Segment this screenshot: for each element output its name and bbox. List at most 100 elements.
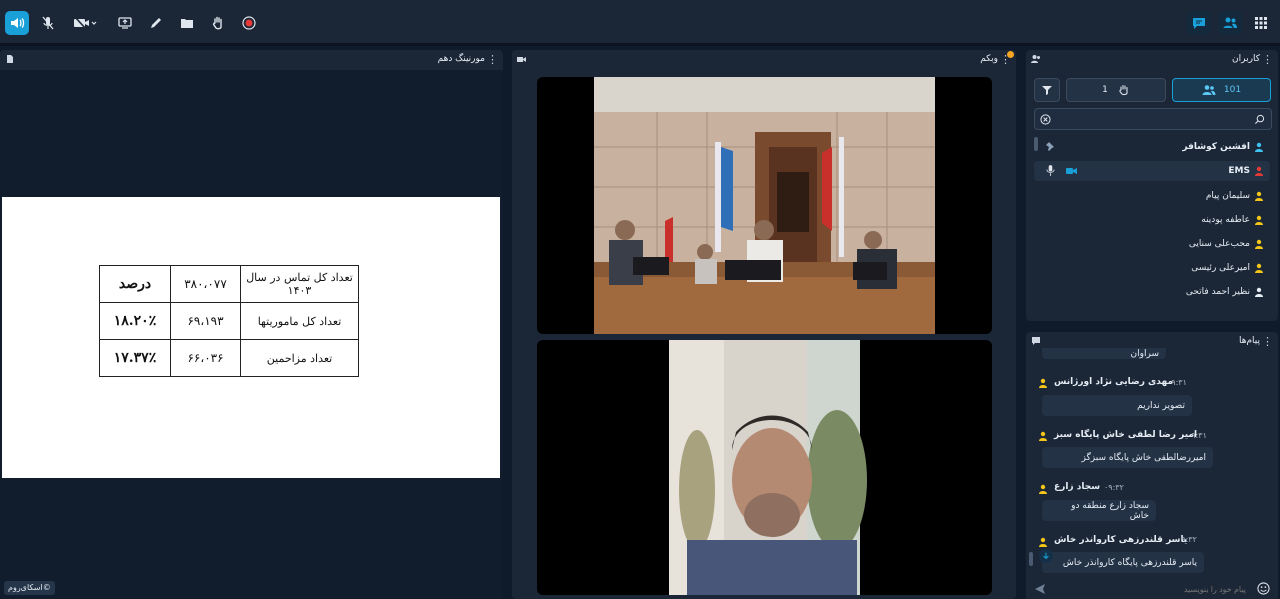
webcam-feed-participant[interactable] bbox=[537, 340, 992, 595]
table-cell: ۶۶،۰۳۶ bbox=[170, 339, 241, 377]
raise-hand-icon bbox=[1119, 84, 1128, 96]
user-row[interactable]: محب‌علی سنایی bbox=[1034, 234, 1270, 254]
user-icon bbox=[1255, 166, 1263, 176]
message-input-bar bbox=[1026, 579, 1278, 599]
user-icon bbox=[1255, 239, 1263, 249]
table-row: تعداد کل تماس در سال ۱۴۰۳ ۳۸۰،۰۷۷ درصد bbox=[99, 265, 359, 303]
user-row[interactable]: عاطفه پودینه bbox=[1034, 210, 1270, 230]
messages-title: پیام‌ها bbox=[1238, 336, 1260, 346]
conference-room-video bbox=[594, 77, 935, 334]
webcam-header: وبکم ⋮ bbox=[512, 50, 1016, 70]
user-icon bbox=[1255, 142, 1263, 152]
send-icon[interactable] bbox=[1034, 583, 1046, 595]
skyroom-brand: ©اسکای‌روم bbox=[4, 581, 55, 595]
user-icon bbox=[1255, 287, 1263, 297]
table-row: تعداد کل ماموریتها ۶۹،۱۹۳ ۱۸.۲۰٪ bbox=[99, 302, 359, 340]
user-row[interactable]: سلیمان پیام bbox=[1034, 186, 1270, 206]
record-icon[interactable] bbox=[237, 11, 261, 35]
search-icon bbox=[1254, 114, 1265, 125]
user-row[interactable]: امیرعلی رئیسی bbox=[1034, 258, 1270, 278]
message-text: یاسر قلندرزهی پایگاه کاروانذر خاش bbox=[1062, 557, 1197, 568]
camera-icon bbox=[517, 57, 526, 62]
camera-off-icon[interactable] bbox=[68, 11, 102, 35]
message-text: امیررضالطفی خاش پایگاه سبزگز bbox=[1081, 452, 1206, 463]
chat-icon[interactable] bbox=[1187, 11, 1211, 35]
presentation-slide: تعداد کل تماس در سال ۱۴۰۳ ۳۸۰،۰۷۷ درصد ت… bbox=[2, 197, 500, 478]
message-text: سجاد زارع منطقه دو خاش bbox=[1071, 500, 1149, 521]
user-icon bbox=[1255, 263, 1263, 273]
message-time: ۰۹:۳۲ bbox=[1177, 535, 1197, 544]
user-name: EMS bbox=[1228, 166, 1250, 176]
pen-icon[interactable] bbox=[144, 11, 168, 35]
message-time: ۰۹:۳۱ bbox=[1167, 378, 1187, 387]
participant-video bbox=[669, 340, 867, 595]
user-search-field[interactable] bbox=[1034, 108, 1272, 130]
user-name: محب‌علی سنایی bbox=[1188, 239, 1250, 249]
more-options-icon[interactable]: ⋮ bbox=[1262, 53, 1273, 66]
message-sender: یاسر قلندرزهی کاروانذر خاش bbox=[1054, 535, 1188, 545]
users-header: کاربران ⋮ bbox=[1026, 50, 1278, 70]
speaker-icon[interactable] bbox=[5, 11, 29, 35]
presentation-title: مورنینگ دهم bbox=[437, 54, 485, 64]
user-name: امیرعلی رئیسی bbox=[1191, 263, 1250, 273]
chat-icon bbox=[1032, 337, 1040, 345]
message-bubble: سجاد زارع منطقه دو خاش bbox=[1042, 500, 1156, 521]
participants-count: 101 bbox=[1223, 85, 1242, 95]
arrow-down-icon bbox=[1043, 552, 1049, 560]
folder-icon[interactable] bbox=[175, 11, 199, 35]
emoji-icon[interactable] bbox=[1257, 582, 1270, 595]
message-bubble: امیررضالطفی خاش پایگاه سبزگز bbox=[1042, 447, 1213, 468]
participants-count-button[interactable]: 101 bbox=[1172, 78, 1271, 102]
user-name: سلیمان پیام bbox=[1205, 191, 1250, 201]
more-options-icon[interactable]: ⋮ bbox=[1262, 335, 1273, 348]
raise-hand-icon[interactable] bbox=[206, 11, 230, 35]
table-cell: تعداد کل ماموریتها bbox=[240, 302, 359, 340]
users-icon[interactable] bbox=[1218, 11, 1242, 35]
table-cell: ۱۸.۲۰٪ bbox=[99, 302, 171, 340]
message-sender: مهدی رضایی نژاد اورژانس bbox=[1054, 377, 1174, 387]
webcam-title: وبکم bbox=[980, 54, 998, 64]
top-toolbar bbox=[0, 0, 1280, 46]
table-cell: ۱۷.۳۷٪ bbox=[99, 339, 171, 377]
user-icon bbox=[1255, 191, 1263, 201]
messages-scrollbar[interactable] bbox=[1029, 552, 1033, 566]
filter-icon bbox=[1042, 86, 1052, 95]
more-options-icon[interactable]: ⋮ bbox=[487, 53, 498, 66]
presentation-header: مورنینگ دهم ⋮ bbox=[0, 50, 503, 70]
message-time: ۰۹:۳۲ bbox=[1104, 483, 1124, 492]
table-row: تعداد مزاحمین ۶۶،۰۳۶ ۱۷.۳۷٪ bbox=[99, 339, 359, 377]
message-bubble: یاسر قلندرزهی پایگاه کاروانذر خاش bbox=[1042, 552, 1204, 573]
user-icon bbox=[1255, 215, 1263, 225]
pin-icon[interactable] bbox=[1044, 142, 1054, 152]
user-icon bbox=[1039, 378, 1047, 388]
filter-button[interactable] bbox=[1034, 78, 1060, 102]
users-title: کاربران bbox=[1232, 54, 1260, 64]
message-time: ۰۹:۳۱ bbox=[1187, 431, 1207, 440]
notification-dot bbox=[1007, 51, 1014, 58]
share-screen-icon[interactable] bbox=[113, 11, 137, 35]
file-icon bbox=[7, 55, 13, 63]
user-row[interactable]: EMS bbox=[1034, 161, 1270, 181]
raised-hands-button[interactable]: 1 bbox=[1066, 78, 1166, 102]
mic-off-icon[interactable] bbox=[36, 11, 60, 35]
grid-icon[interactable] bbox=[1249, 11, 1273, 35]
table-cell: تعداد مزاحمین bbox=[240, 339, 359, 377]
hands-count: 1 bbox=[1102, 85, 1108, 95]
search-input[interactable] bbox=[1057, 111, 1247, 127]
user-icon bbox=[1039, 431, 1047, 441]
message-sender: امیر رضا لطفی خاش پایگاه سبز bbox=[1054, 430, 1198, 440]
scroll-down-button[interactable] bbox=[1039, 549, 1053, 563]
table-cell: درصد bbox=[99, 265, 171, 303]
user-row[interactable]: نظیر احمد فاتحی bbox=[1034, 282, 1270, 302]
mic-icon bbox=[1046, 165, 1055, 176]
user-name: عاطفه پودینه bbox=[1201, 215, 1250, 225]
message-bubble: احمد تقی زهی منطقه یک سراوان bbox=[1042, 348, 1166, 359]
message-input[interactable] bbox=[1056, 581, 1246, 597]
clear-icon[interactable] bbox=[1040, 114, 1051, 125]
webcam-feed-conference[interactable] bbox=[537, 77, 992, 334]
table-cell: ۳۸۰،۰۷۷ bbox=[170, 265, 241, 303]
message-bubble: تصویر نداریم bbox=[1042, 395, 1192, 416]
user-icon bbox=[1039, 484, 1047, 494]
table-cell: ۶۹،۱۹۳ bbox=[170, 302, 241, 340]
user-row[interactable]: افشین کوشافر bbox=[1034, 137, 1270, 157]
